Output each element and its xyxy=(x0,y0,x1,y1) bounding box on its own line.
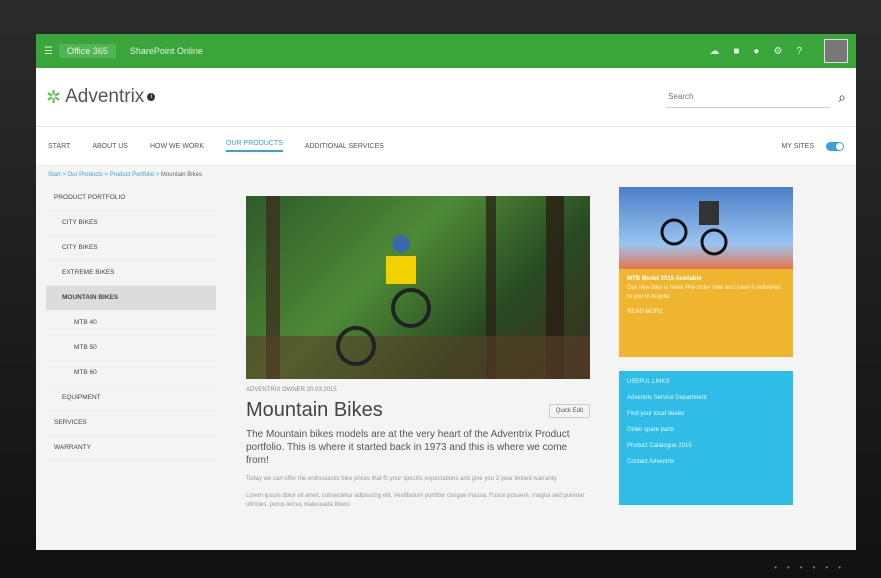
gear-icon[interactable]: ⚙ xyxy=(773,46,782,57)
mountain-biker-illustration xyxy=(246,196,590,379)
sidebar-item-services[interactable]: SERVICES xyxy=(46,411,216,436)
links-card: USEFUL LINKS Adventrix Service Departmen… xyxy=(619,371,793,505)
screen: ☰ Office 365 SharePoint Online ☁ ■ ● ⚙ ?… xyxy=(36,34,856,550)
sidebar-item-city-bikes-2[interactable]: CITY BIKES xyxy=(46,236,216,261)
promo-link[interactable]: READ MORE xyxy=(627,308,785,317)
breadcrumb-item[interactable]: Start xyxy=(48,172,61,178)
my-sites-link[interactable]: MY SITES xyxy=(781,143,814,150)
logo-icon: ✲ xyxy=(46,86,62,107)
link-item[interactable]: Find your local dealer xyxy=(627,411,785,427)
promo-title: MTB Model 2015 Available xyxy=(627,276,702,282)
link-item[interactable]: Order spare parts xyxy=(627,427,785,443)
quick-edit-button[interactable]: Quick Edit xyxy=(548,403,590,418)
title-row: Mountain Bikes Quick Edit xyxy=(246,399,590,422)
avatar[interactable] xyxy=(824,39,848,63)
article-lead: The Mountain bikes models are at the ver… xyxy=(246,429,570,466)
toggle-switch[interactable] xyxy=(826,141,844,151)
chat-icon[interactable]: ■ xyxy=(733,46,739,57)
nav-item-start[interactable]: START xyxy=(48,143,70,150)
nav-item-about[interactable]: ABOUT US xyxy=(92,143,128,150)
search-box: ⌕ xyxy=(666,86,846,108)
site-header: ✲ Adventrix i ⌕ xyxy=(36,68,856,127)
sidebar-item-mountain-bikes[interactable]: MOUNTAIN BIKES xyxy=(46,286,216,311)
help-icon[interactable]: ? xyxy=(796,46,802,57)
site-label[interactable]: SharePoint Online xyxy=(130,46,203,56)
sidebar-item-mtb-40[interactable]: MTB 40 xyxy=(46,311,216,336)
article-body-1: Today we can offer the enthusiastic bike… xyxy=(246,476,558,482)
hero-image xyxy=(246,196,590,379)
promo-image xyxy=(619,187,793,269)
sidebar-item-mtb-60[interactable]: MTB 60 xyxy=(46,361,216,386)
monitor-buttons: •••••• xyxy=(774,563,851,572)
app-launcher-icon[interactable]: ☰ xyxy=(44,46,53,57)
nav-item-our-products[interactable]: OUR PRODUCTS xyxy=(226,140,283,152)
breadcrumb-item[interactable]: Product Portfolio xyxy=(110,172,154,178)
bell-icon[interactable]: ● xyxy=(753,46,759,57)
article-body-2: Lorem ipsum dolor sit amet, consectetur … xyxy=(246,493,585,508)
jumping-biker-illustration xyxy=(660,201,728,256)
nav-item-how-we-work[interactable]: HOW WE WORK xyxy=(150,143,204,150)
link-item[interactable]: Contact Adventrix xyxy=(627,459,785,475)
logo-text[interactable]: Adventrix xyxy=(65,86,144,108)
links-card-title: USEFUL LINKS xyxy=(627,379,670,385)
main-content: ADVENTRIX OWNER 20.03.2015 Mountain Bike… xyxy=(246,196,590,510)
info-icon: i xyxy=(147,93,156,101)
nav-item-additional-services[interactable]: ADDITIONAL SERVICES xyxy=(305,143,384,150)
link-item[interactable]: Product Catalogue 2015 xyxy=(627,443,785,459)
sidebar-item-product-portfolio[interactable]: PRODUCT PORTFOLIO xyxy=(46,186,216,211)
sidebar-item-warranty[interactable]: WARRANTY xyxy=(46,436,216,461)
page-title: Mountain Bikes xyxy=(246,399,383,421)
suite-bar-icons: ☁ ■ ● ⚙ ? xyxy=(709,39,848,63)
right-column: MTB Model 2015 Available Our new bike is… xyxy=(619,187,793,505)
link-item[interactable]: Adventrix Service Department xyxy=(627,395,785,411)
sidebar-item-equipment[interactable]: EQUIPMENT xyxy=(46,386,216,411)
app-label[interactable]: Office 365 xyxy=(58,44,116,58)
breadcrumb-current: Mountain Bikes xyxy=(160,172,202,178)
search-icon[interactable]: ⌕ xyxy=(838,89,846,106)
suite-bar: ☰ Office 365 SharePoint Online ☁ ■ ● ⚙ ? xyxy=(36,34,856,68)
monitor-bezel: ☰ Office 365 SharePoint Online ☁ ■ ● ⚙ ?… xyxy=(0,0,881,578)
sidebar-item-mtb-50[interactable]: MTB 50 xyxy=(46,336,216,361)
sidebar-item-city-bikes[interactable]: CITY BIKES xyxy=(46,211,216,236)
search-input[interactable] xyxy=(666,86,831,108)
breadcrumb: Start > Our Products > Product Portfolio… xyxy=(48,172,202,178)
top-nav: START ABOUT US HOW WE WORK OUR PRODUCTS … xyxy=(36,127,856,166)
sidebar-item-extreme-bikes[interactable]: EXTREME BIKES xyxy=(46,261,216,286)
article-meta: ADVENTRIX OWNER 20.03.2015 xyxy=(246,387,337,393)
cloud-icon[interactable]: ☁ xyxy=(709,46,719,57)
promo-card[interactable]: MTB Model 2015 Available Our new bike is… xyxy=(619,187,793,357)
sidebar: PRODUCT PORTFOLIO CITY BIKES CITY BIKES … xyxy=(46,186,216,461)
breadcrumb-item[interactable]: Our Products xyxy=(68,172,103,178)
promo-text: Our new bike is here! Pre-order now and … xyxy=(627,285,781,300)
nav-right: MY SITES xyxy=(781,141,844,151)
